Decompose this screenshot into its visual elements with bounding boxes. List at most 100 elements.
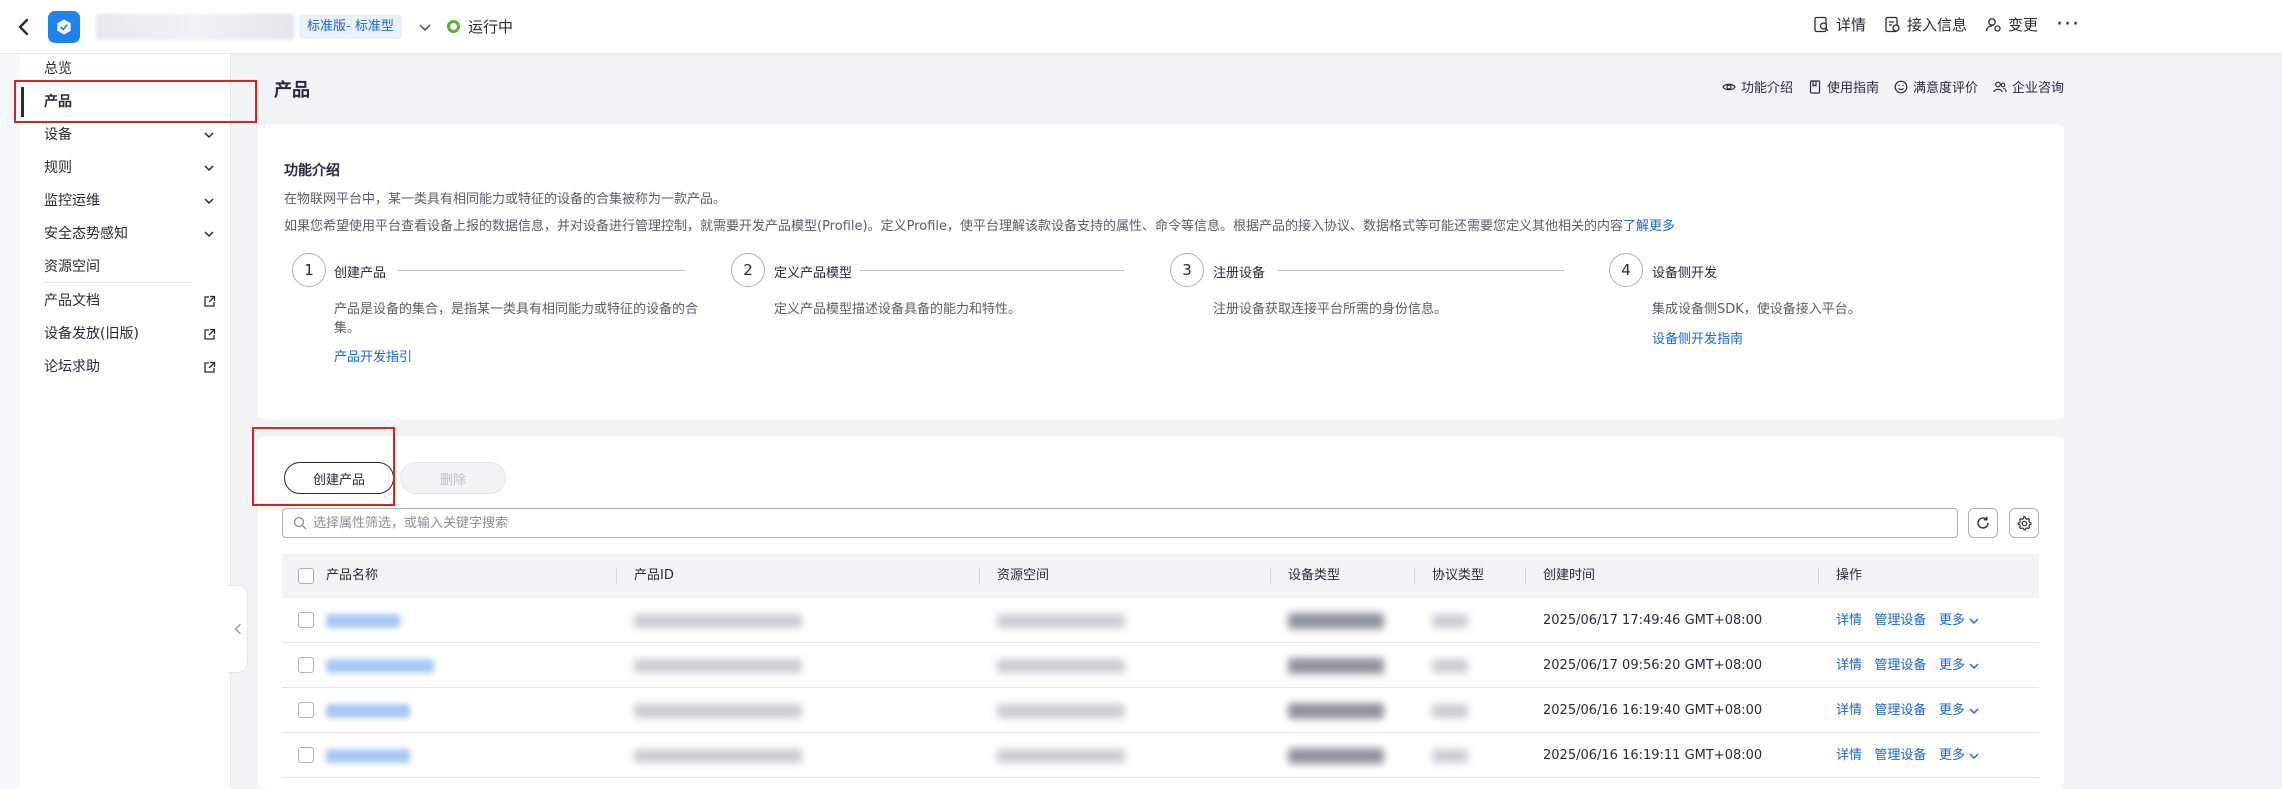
sidebar-item-security[interactable]: 安全态势感知 (44, 224, 216, 244)
product-name-link-redacted[interactable] (326, 704, 410, 718)
device-type-redacted (1288, 703, 1384, 719)
refresh-icon (1977, 516, 1989, 529)
step-1-link[interactable]: 产品开发指引 (334, 346, 412, 365)
users-icon (1993, 81, 2007, 92)
column-separator (1270, 568, 1271, 584)
product-name-link-redacted[interactable] (326, 614, 400, 628)
external-link-icon (204, 295, 216, 307)
more-label: 更多 (1938, 748, 1965, 763)
sidebar-item-forum[interactable]: 论坛求助 (44, 357, 216, 377)
column-header-operation: 操作 (1836, 568, 1863, 583)
link-user-guide[interactable]: 使用指南 (1808, 77, 1879, 96)
row-operations: 详情 管理设备 更多 (1836, 643, 1980, 688)
sidebar-item-devices[interactable]: 设备 (44, 125, 216, 145)
chevron-down-icon (1969, 663, 1979, 669)
step-3-title: 注册设备 (1213, 262, 1274, 281)
link-satisfaction-label: 满意度评价 (1912, 81, 1978, 96)
feature-intro-card: 功能介绍 在物联网平台中，某一类具有相同能力或特征的设备的合集被称为一款产品。 … (258, 124, 2064, 420)
step-3-number: 3 (1170, 253, 1204, 287)
create-product-button[interactable]: 创建产品 (284, 462, 394, 494)
product-id-redacted (634, 749, 802, 763)
resource-space-redacted (997, 704, 1125, 718)
page-title: 产品 (274, 80, 310, 101)
iotda-logo (48, 11, 80, 43)
detail-link[interactable]: 详情 (1836, 658, 1862, 673)
device-type-redacted (1288, 658, 1384, 674)
step-1-desc: 产品是设备的集合，是指某一类具有相同能力或特征的设备的合集。 (334, 302, 699, 336)
chevron-down-icon[interactable] (416, 18, 434, 36)
sidebar-item-resource-space[interactable]: 资源空间 (44, 257, 216, 277)
sidebar-item-rules[interactable]: 规则 (44, 158, 216, 178)
external-link-icon (204, 328, 216, 340)
detail-link[interactable]: 详情 (1836, 703, 1862, 718)
link-enterprise-consult[interactable]: 企业咨询 (1993, 77, 2064, 96)
product-id-redacted (634, 704, 802, 718)
column-header-created-time: 创建时间 (1543, 568, 1596, 583)
sidebar-item-device-provisioning[interactable]: 设备发放(旧版) (44, 324, 216, 344)
status-running-icon (447, 20, 460, 33)
row-checkbox[interactable] (298, 612, 314, 628)
sidebar-item-overview[interactable]: 总览 (44, 59, 216, 79)
link-feature-intro[interactable]: 功能介绍 (1722, 77, 1793, 96)
more-dropdown[interactable]: 更多 (1939, 733, 1980, 778)
sidebar-item-label: 总览 (44, 61, 72, 77)
topbar-access-info-button[interactable]: 接入信息 (1884, 14, 1967, 35)
step-3-desc: 注册设备获取连接平台所需的身份信息。 (1213, 302, 1448, 317)
top-bar: 标准版- 标准型 运行中 详情 接入信息 变更 ··· (0, 0, 2282, 54)
sidebar-item-label: 规则 (44, 160, 72, 176)
step-2-title: 定义产品模型 (774, 262, 861, 281)
delete-button[interactable]: 删除 (400, 462, 506, 494)
column-header-resource-space: 资源空间 (997, 568, 1050, 583)
sidebar-collapse-button[interactable] (228, 585, 248, 673)
manage-devices-link[interactable]: 管理设备 (1874, 613, 1926, 628)
row-checkbox[interactable] (298, 747, 314, 763)
chevron-down-icon (204, 198, 214, 205)
detail-link[interactable]: 详情 (1836, 613, 1862, 628)
resource-space-redacted (997, 659, 1125, 673)
step-4-link[interactable]: 设备侧开发指南 (1652, 328, 1743, 347)
sidebar-item-label: 设备发放(旧版) (44, 326, 139, 342)
search-box[interactable] (282, 508, 1958, 538)
manage-devices-link[interactable]: 管理设备 (1874, 658, 1926, 673)
topbar-change-button[interactable]: 变更 (1985, 14, 2038, 35)
more-dropdown[interactable]: 更多 (1939, 643, 1980, 688)
more-options-icon[interactable]: ··· (2056, 13, 2080, 35)
step-connector (1278, 270, 1564, 271)
protocol-type-redacted (1432, 749, 1468, 763)
learn-more-link[interactable]: 了解更多 (1623, 219, 1675, 234)
row-checkbox[interactable] (298, 702, 314, 718)
resource-space-redacted (997, 749, 1125, 763)
link-user-guide-label: 使用指南 (1826, 81, 1879, 96)
product-name-link-redacted[interactable] (326, 659, 434, 673)
more-dropdown[interactable]: 更多 (1939, 598, 1980, 643)
topbar-detail-button[interactable]: 详情 (1813, 14, 1866, 35)
more-dropdown[interactable]: 更多 (1939, 688, 1980, 733)
back-arrow-icon[interactable] (14, 16, 34, 38)
step-1-title: 创建产品 (334, 262, 395, 281)
row-operations: 详情 管理设备 更多 (1836, 688, 1980, 733)
link-satisfaction[interactable]: 满意度评价 (1894, 77, 1978, 96)
sidebar-item-label: 资源空间 (44, 259, 100, 275)
table-row: 2025/06/16 16:19:40 GMT+08:00 详情 管理设备 更多 (282, 688, 2039, 733)
manage-devices-link[interactable]: 管理设备 (1874, 748, 1926, 763)
column-separator (1525, 568, 1526, 584)
settings-button[interactable] (2009, 508, 2039, 538)
select-all-checkbox[interactable] (298, 568, 314, 584)
table-row: 2025/06/17 17:49:46 GMT+08:00 详情 管理设备 更多 (282, 598, 2039, 643)
step-connector (398, 270, 685, 271)
column-header-protocol-type: 协议类型 (1432, 568, 1485, 583)
sidebar-item-products[interactable]: 产品 (44, 92, 216, 112)
chevron-down-icon (204, 165, 214, 172)
sidebar-item-product-docs[interactable]: 产品文档 (44, 291, 216, 311)
chevron-down-icon (204, 231, 214, 238)
access-info-icon (1885, 16, 1900, 33)
product-name-link-redacted[interactable] (326, 749, 410, 763)
row-checkbox[interactable] (298, 657, 314, 673)
manage-devices-link[interactable]: 管理设备 (1874, 703, 1926, 718)
search-input[interactable] (313, 515, 1913, 531)
sidebar-item-monitoring[interactable]: 监控运维 (44, 191, 216, 211)
refresh-button[interactable] (1968, 508, 1998, 538)
topbar-detail-label: 详情 (1835, 16, 1866, 34)
detail-link[interactable]: 详情 (1836, 748, 1862, 763)
device-type-redacted (1288, 613, 1384, 629)
